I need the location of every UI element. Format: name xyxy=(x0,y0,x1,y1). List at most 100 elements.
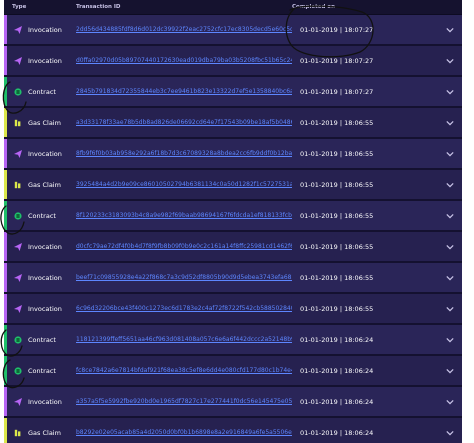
table-row[interactable]: Invocation 8fb9f6f0b03ab958e292a6f18b7d3c… xyxy=(4,139,462,170)
chevron-down-icon[interactable] xyxy=(446,399,454,405)
type-label: Invocation xyxy=(28,25,62,34)
type-color-stripe xyxy=(4,356,7,385)
chevron-down-icon[interactable] xyxy=(446,244,454,250)
contract-type-icon xyxy=(14,366,22,375)
transaction-id-link[interactable]: d0cfc79ae72df4f0b4d7f8f9fb8b09f0b9e0c2c1… xyxy=(76,243,292,250)
table-row[interactable]: Gas Claim b8292e02e05acab85a4d2050d0bf0b1… xyxy=(4,418,462,443)
type-label: Contract xyxy=(28,211,56,220)
type-cell: Invocation xyxy=(4,304,76,313)
table-body: Invocation 2dd56d434885fdf8d6d012dc39922f… xyxy=(4,15,462,443)
table-row[interactable]: Contract 118121399ffeff5651aa46cf963d0814… xyxy=(4,325,462,356)
table-row[interactable]: Invocation d0cfc79ae72df4f0b4d7f8f9fb8b09… xyxy=(4,232,462,263)
invocation-type-icon xyxy=(14,273,22,282)
chevron-down-icon[interactable] xyxy=(446,213,454,219)
table-row[interactable]: Invocation 6c96d32206bce43f400c1273ec6d17… xyxy=(4,294,462,325)
type-label: Gas Claim xyxy=(28,428,61,437)
chevron-down-icon[interactable] xyxy=(446,151,454,157)
transaction-id-link[interactable]: 3925484a4d2b9e09ce86010502794b6381134c0a… xyxy=(76,181,292,188)
gas-claim-type-icon xyxy=(14,429,22,437)
type-label: Invocation xyxy=(28,149,62,158)
table-row[interactable]: Contract fc8ce7842a6e7814bfdaf921f68ea38c… xyxy=(4,356,462,387)
completed-on-cell: 01-01-2019 | 18:06:24 xyxy=(300,335,374,344)
paper-plane-icon xyxy=(14,273,22,282)
type-label: Invocation xyxy=(28,304,62,313)
type-color-stripe xyxy=(4,15,7,44)
type-cell: Invocation xyxy=(4,149,76,158)
chevron-down-icon[interactable] xyxy=(446,337,454,343)
completed-on-cell: 01-01-2019 | 18:07:27 xyxy=(300,56,374,65)
paper-plane-icon xyxy=(14,149,22,158)
type-label: Contract xyxy=(28,366,56,375)
table-row[interactable]: Gas Claim 3925484a4d2b9e09ce86010502794b6… xyxy=(4,170,462,201)
invocation-type-icon xyxy=(14,56,22,65)
paper-plane-icon xyxy=(14,304,22,313)
chevron-down-icon[interactable] xyxy=(446,58,454,64)
transaction-id-link[interactable]: b8292e02e05acab85a4d2050d0bf0b1b6898e8a2… xyxy=(76,429,292,436)
chevron-down-icon[interactable] xyxy=(446,368,454,374)
table-row[interactable]: Invocation a357a5f5e5992fbe920bd0e1965df7… xyxy=(4,387,462,418)
transaction-id-link[interactable]: 2dd56d434885fdf8d6d012dc39922f2eac2752cf… xyxy=(76,26,292,33)
paper-plane-icon xyxy=(14,397,22,406)
transaction-id-link[interactable]: d0ffa02970d05b89707440172630ead019dba79b… xyxy=(76,57,292,64)
transaction-id-link[interactable]: 2845b791834d72355844eb3c7ee9461b823e1332… xyxy=(76,88,292,95)
transaction-id-link[interactable]: 8f120233c3183093b4c8a9e982f69baab9869416… xyxy=(76,212,292,219)
chevron-down-icon[interactable] xyxy=(446,89,454,95)
type-cell: Contract xyxy=(4,212,76,220)
transaction-id-link[interactable]: a357a5f5e5992fbe920bd0e1965df7827c17e277… xyxy=(76,398,292,405)
completed-on-cell: 01-01-2019 | 18:06:55 xyxy=(300,242,374,251)
type-cell: Invocation xyxy=(4,56,76,65)
type-label: Invocation xyxy=(28,242,62,251)
chevron-down-icon[interactable] xyxy=(446,120,454,126)
chevron-down-icon[interactable] xyxy=(446,27,454,33)
type-cell: Contract xyxy=(4,367,76,375)
chevron-down-icon[interactable] xyxy=(446,275,454,281)
gas-claim-icon xyxy=(14,429,21,436)
table-row[interactable]: Invocation d0ffa02970d05b89707440172630ea… xyxy=(4,46,462,77)
transaction-id-link[interactable]: a3d33178f33ae78b5db8ad826de06692cd64e7f1… xyxy=(76,119,292,126)
table-row[interactable]: Contract 2845b791834d72355844eb3c7ee9461b… xyxy=(4,77,462,108)
gas-claim-type-icon xyxy=(14,119,22,127)
completed-on-cell: 01-01-2019 | 18:07:27 xyxy=(300,25,374,34)
type-color-stripe xyxy=(4,418,7,443)
type-color-stripe xyxy=(4,170,7,199)
type-color-stripe xyxy=(4,294,7,323)
type-color-stripe xyxy=(4,263,7,292)
completed-on-cell: 01-01-2019 | 18:06:24 xyxy=(300,428,374,437)
transaction-id-link[interactable]: 118121399ffeff5651aa46cf963d081408a057c6… xyxy=(76,336,292,343)
contract-document-icon xyxy=(14,211,22,220)
completed-on-cell: 01-01-2019 | 18:06:55 xyxy=(300,149,374,158)
transaction-id-link[interactable]: beef71c09855928e4a22f868c7a3c9d52df8805b… xyxy=(76,274,292,281)
invocation-type-icon xyxy=(14,304,22,313)
type-label: Invocation xyxy=(28,56,62,65)
type-cell: Gas Claim xyxy=(4,119,76,127)
completed-on-cell: 01-01-2019 | 18:06:55 xyxy=(300,180,374,189)
completed-on-cell: 01-01-2019 | 18:07:27 xyxy=(300,87,374,96)
type-cell: Gas Claim xyxy=(4,181,76,189)
type-color-stripe xyxy=(4,108,7,137)
type-label: Contract xyxy=(28,335,56,344)
contract-document-icon xyxy=(14,366,22,375)
contract-type-icon xyxy=(14,87,22,96)
table-header: Type Transaction ID Completed on xyxy=(4,0,462,15)
chevron-down-icon[interactable] xyxy=(446,182,454,188)
column-header-completed-on: Completed on xyxy=(292,4,336,10)
table-row[interactable]: Contract 8f120233c3183093b4c8a9e982f69baa… xyxy=(4,201,462,232)
contract-type-icon xyxy=(14,335,22,344)
contract-type-icon xyxy=(14,211,22,220)
table-row[interactable]: Invocation 2dd56d434885fdf8d6d012dc39922f… xyxy=(4,15,462,46)
chevron-down-icon[interactable] xyxy=(446,306,454,312)
type-cell: Invocation xyxy=(4,273,76,282)
transaction-id-link[interactable]: fc8ce7842a6e7814bfdaf921f68ea38c5ef8e6dd… xyxy=(76,367,292,374)
paper-plane-icon xyxy=(14,242,22,251)
type-cell: Contract xyxy=(4,336,76,344)
transaction-id-link[interactable]: 8fb9f6f0b03ab958e292a6f18b7d3c67089328a8… xyxy=(76,150,292,157)
table-row[interactable]: Gas Claim a3d33178f33ae78b5db8ad826de0669… xyxy=(4,108,462,139)
invocation-type-icon xyxy=(14,397,22,406)
transaction-id-link[interactable]: 6c96d32206bce43f400c1273ec6d1783e2c4af72… xyxy=(76,305,292,312)
completed-on-cell: 01-01-2019 | 18:06:24 xyxy=(300,366,374,375)
column-header-transaction-id: Transaction ID xyxy=(76,4,121,10)
chevron-down-icon[interactable] xyxy=(446,430,454,436)
column-header-type: Type xyxy=(12,4,27,10)
table-row[interactable]: Invocation beef71c09855928e4a22f868c7a3c9… xyxy=(4,263,462,294)
invocation-type-icon xyxy=(14,242,22,251)
